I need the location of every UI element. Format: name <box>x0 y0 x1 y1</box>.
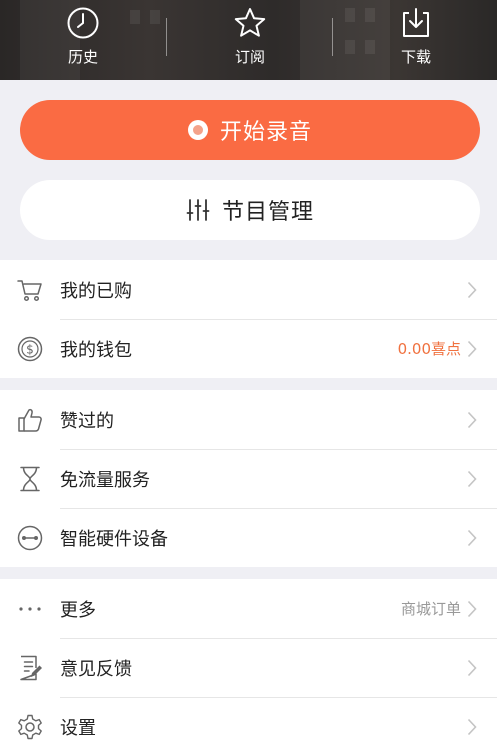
chevron-right-icon <box>467 659 477 676</box>
program-management-label: 节目管理 <box>221 200 314 225</box>
list-item-settings[interactable]: 设置 <box>0 697 497 749</box>
program-management-button[interactable]: 节目管理 <box>20 180 480 240</box>
device-icon <box>16 524 44 552</box>
wallet-balance: 0.00喜点 <box>397 340 461 358</box>
background-window <box>365 8 375 22</box>
list-item-purchased[interactable]: 我的已购 <box>0 260 497 319</box>
clock-icon <box>67 7 99 39</box>
list-item-wallet[interactable]: $ 我的钱包 0.00喜点 <box>0 319 497 378</box>
star-icon <box>234 8 266 37</box>
subscribe-label: 订阅 <box>234 48 265 66</box>
download-label: 下载 <box>400 48 431 66</box>
menu-group-services: 赞过的 免流量服务 智能硬件设备 <box>0 390 497 567</box>
mall-orders-link: 商城订单 <box>400 600 461 618</box>
thumbs-up-icon <box>16 406 44 434</box>
start-recording-button[interactable]: 开始录音 <box>20 100 480 160</box>
list-item-label: 我的已购 <box>60 280 132 302</box>
start-recording-label: 开始录音 <box>219 120 312 145</box>
list-item-label: 智能硬件设备 <box>60 528 168 550</box>
background-window <box>150 10 160 24</box>
menu-group-account: 我的已购 $ 我的钱包 0.00喜点 <box>0 260 497 378</box>
menu-group-more: 更多 商城订单 意见反馈 设置 <box>0 579 497 749</box>
divider <box>166 18 167 56</box>
feedback-icon <box>16 654 44 682</box>
chevron-right-icon <box>467 281 477 298</box>
list-item-liked[interactable]: 赞过的 <box>0 390 497 449</box>
list-item-label: 意见反馈 <box>60 658 132 680</box>
gear-icon <box>16 713 44 741</box>
chevron-right-icon <box>467 529 477 546</box>
list-item-more[interactable]: 更多 商城订单 <box>0 579 497 638</box>
chevron-right-icon <box>467 600 477 617</box>
coin-icon: $ <box>16 335 44 363</box>
chevron-right-icon <box>467 411 477 428</box>
chevron-right-icon <box>467 470 477 487</box>
list-item-label: 免流量服务 <box>60 469 150 491</box>
list-item-smart-devices[interactable]: 智能硬件设备 <box>0 508 497 567</box>
list-item-label: 更多 <box>60 599 96 621</box>
background-window <box>345 40 355 54</box>
history-label: 历史 <box>67 48 98 66</box>
chevron-right-icon <box>467 340 477 357</box>
action-area: 开始录音 节目管理 <box>0 80 497 260</box>
download-tab[interactable]: 下载 <box>376 6 456 67</box>
history-tab[interactable]: 历史 <box>43 6 123 67</box>
sliders-icon <box>186 199 210 221</box>
list-item-feedback[interactable]: 意见反馈 <box>0 638 497 697</box>
divider <box>332 18 333 56</box>
list-item-label: 我的钱包 <box>60 339 132 361</box>
svg-text:$: $ <box>26 342 34 356</box>
background-window <box>345 8 355 22</box>
cart-icon <box>16 276 44 304</box>
list-item-label: 设置 <box>60 717 96 739</box>
background-window <box>130 10 140 24</box>
subscribe-tab[interactable]: 订阅 <box>210 6 290 67</box>
background-window <box>365 40 375 54</box>
record-icon <box>187 120 208 140</box>
download-icon <box>403 8 429 37</box>
more-dots-icon <box>16 595 44 623</box>
hourglass-icon <box>16 465 44 493</box>
chevron-right-icon <box>467 718 477 735</box>
list-item-label: 赞过的 <box>60 410 114 432</box>
list-item-data-free[interactable]: 免流量服务 <box>0 449 497 508</box>
top-bar: 历史 订阅 下载 <box>0 0 497 80</box>
